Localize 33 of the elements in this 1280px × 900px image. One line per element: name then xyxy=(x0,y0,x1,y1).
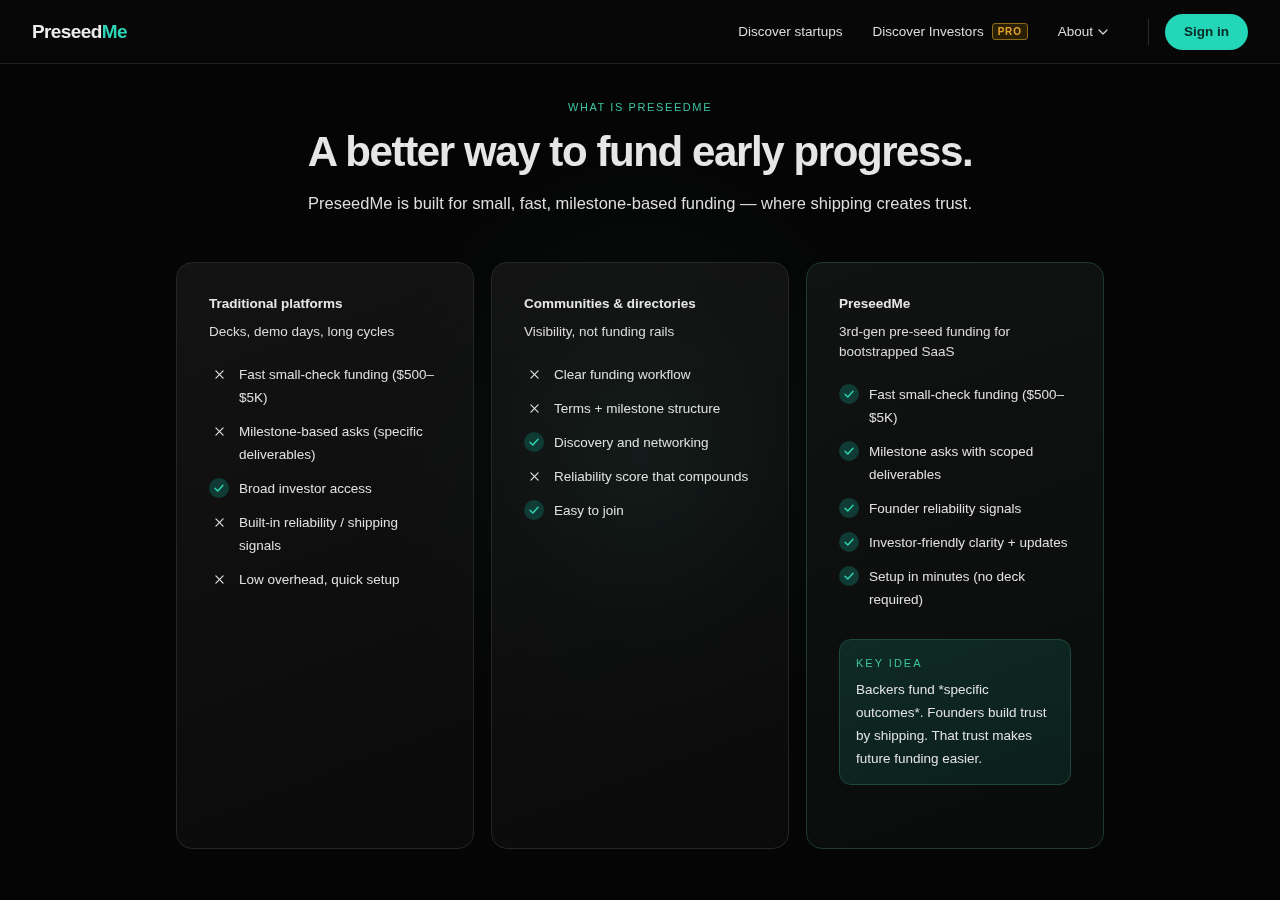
feature-text: Reliability score that compounds xyxy=(554,468,749,486)
chevron-down-icon[interactable] xyxy=(1098,28,1108,35)
feature-text: Fast small-check funding ($500–$5K) xyxy=(869,386,1066,427)
nav-link[interactable]: About xyxy=(1057,24,1093,39)
section-eyebrow: WHAT IS PRESEEDME xyxy=(567,100,713,114)
feature-text: Milestone asks with scoped deliverables xyxy=(869,443,1035,484)
feature-text: Founder reliability signals xyxy=(869,500,1022,518)
feature-text: Fast small-check funding ($500–$5K) xyxy=(239,366,436,407)
feature-text: Milestone-based asks (specific deliverables) xyxy=(239,423,424,464)
nav-link[interactable]: Discover startups xyxy=(738,24,843,39)
sign-in-button[interactable]: Sign in xyxy=(1165,13,1248,50)
section-subtitle: PreseedMe is built for small, fast, milestone-based funding — where shipping creates trust. xyxy=(308,193,972,214)
nav-link[interactable]: Discover Investors xyxy=(872,24,984,39)
feature-text: Clear funding workflow xyxy=(554,366,691,384)
feature-text: Low overhead, quick setup xyxy=(239,571,400,589)
card-title: PreseedMe xyxy=(839,295,912,313)
card-title: Communities & directories xyxy=(524,295,697,313)
feature-text: Setup in minutes (no deck required) xyxy=(869,568,1027,609)
key-idea-text: Backers fund *specific outcomes*. Founders build trust by shipping. That trust makes future funding easier. xyxy=(856,681,1048,768)
feature-text: Investor-friendly clarity + updates xyxy=(869,534,1068,552)
feature-text: Discovery and networking xyxy=(554,434,709,452)
card-subtitle: Visibility, not funding rails xyxy=(524,323,676,341)
pro-badge: PRO xyxy=(991,23,1028,40)
logo[interactable]: PreseedMe xyxy=(32,20,127,43)
card-title: Traditional platforms xyxy=(209,295,344,313)
feature-text: Broad investor access xyxy=(239,480,372,498)
feature-text: Terms + milestone structure xyxy=(554,400,721,418)
card-subtitle: 3rd-gen pre-seed funding for bootstrapped SaaS xyxy=(839,323,1012,361)
feature-text: Built-in reliability / shipping signals xyxy=(239,514,400,555)
key-idea-label: KEY IDEA xyxy=(856,656,924,670)
feature-text: Easy to join xyxy=(554,502,624,520)
section-heading: A better way to fund early progress. xyxy=(307,127,973,177)
card-subtitle: Decks, demo days, long cycles xyxy=(209,323,396,341)
